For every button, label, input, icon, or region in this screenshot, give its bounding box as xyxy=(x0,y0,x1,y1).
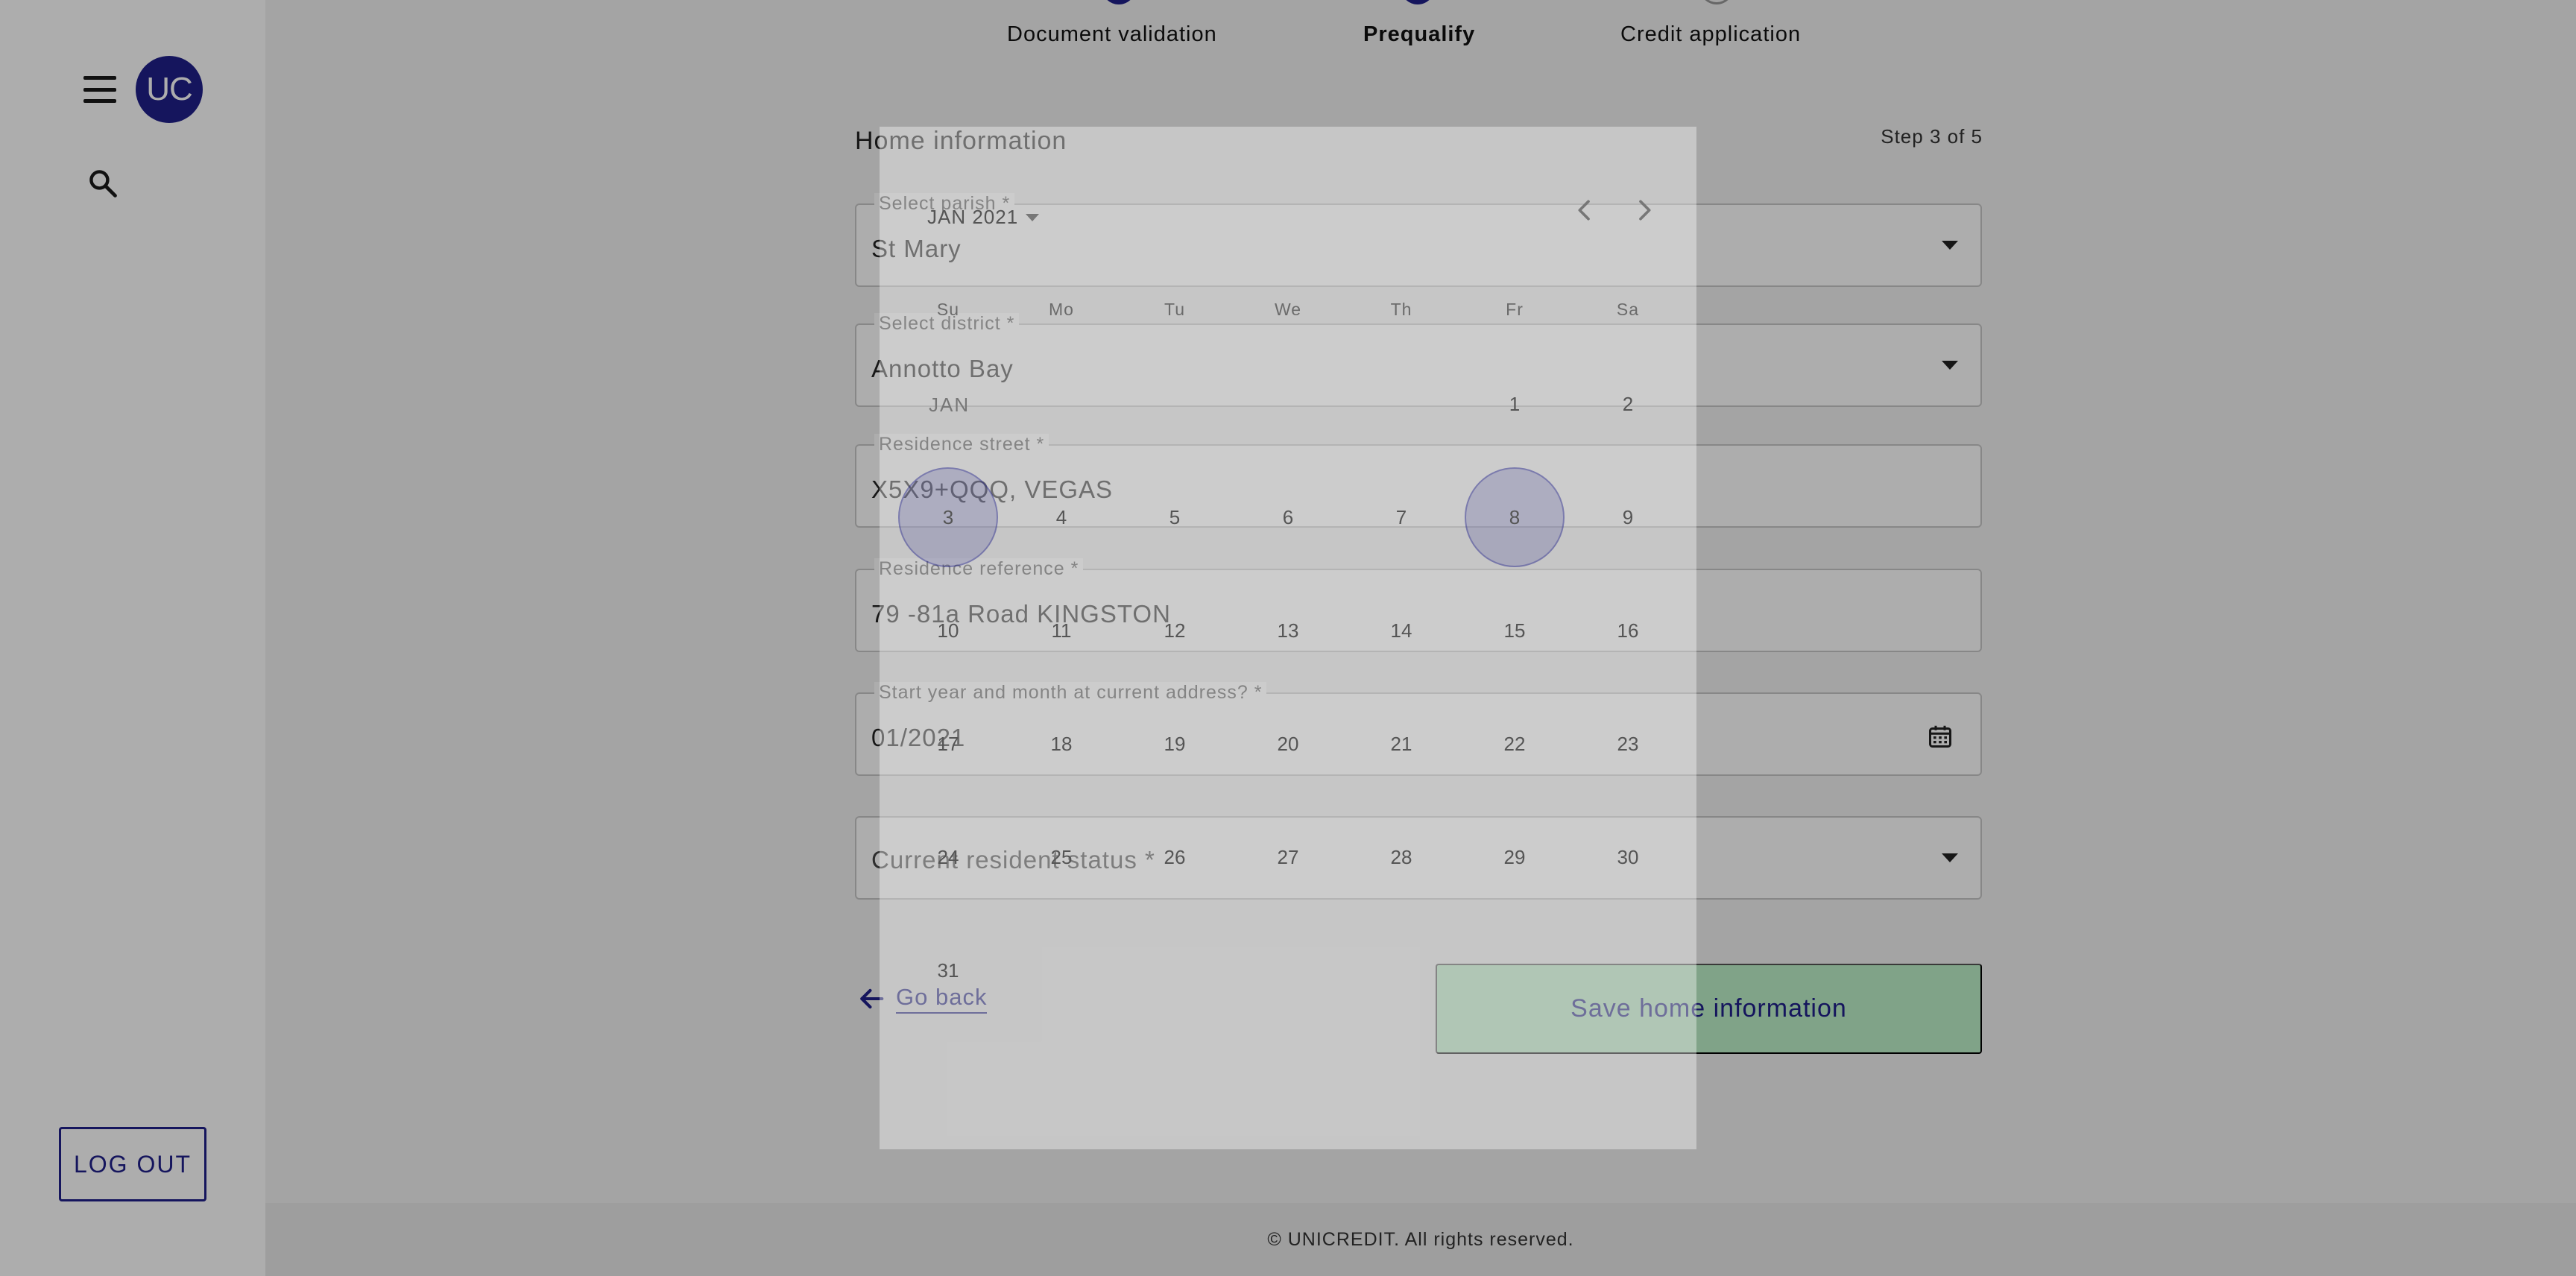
weekday-header: We xyxy=(1274,300,1302,319)
calendar-day[interactable]: 27 xyxy=(1238,807,1338,907)
calendar-day[interactable]: 28 xyxy=(1351,807,1451,907)
calendar-day[interactable]: 3 xyxy=(898,467,998,567)
calendar-day[interactable]: 23 xyxy=(1578,694,1678,794)
calendar-day[interactable]: 20 xyxy=(1238,694,1338,794)
weekday-header: Su xyxy=(936,300,960,319)
calendar-day[interactable]: 29 xyxy=(1465,807,1565,907)
calendar-day[interactable]: 25 xyxy=(1011,807,1111,907)
calendar-day[interactable]: 10 xyxy=(898,581,998,680)
calendar-day[interactable]: 16 xyxy=(1578,581,1678,680)
weekday-header: Th xyxy=(1390,300,1412,319)
calendar-day[interactable]: 4 xyxy=(1011,467,1111,567)
calendar-day[interactable]: 22 xyxy=(1465,694,1565,794)
date-picker-dialog: JAN 2021 JAN Su Mo Tu We Th Fr Sa 1 2 3 4 5 6 7 8 9 10 11… xyxy=(880,127,1696,1149)
calendar-day[interactable]: 12 xyxy=(1125,581,1225,680)
calendar-day[interactable]: 30 xyxy=(1578,807,1678,907)
calendar-day[interactable]: 13 xyxy=(1238,581,1338,680)
calendar-day[interactable]: 17 xyxy=(898,694,998,794)
calendar-month-label: JAN xyxy=(929,394,970,416)
month-year-label: JAN 2021 xyxy=(927,206,1019,228)
calendar-day[interactable]: 15 xyxy=(1465,581,1565,680)
month-year-selector[interactable]: JAN 2021 xyxy=(927,206,1040,229)
calendar-day[interactable]: 19 xyxy=(1125,694,1225,794)
calendar-day[interactable]: 1 xyxy=(1465,354,1565,454)
calendar-day[interactable]: 24 xyxy=(898,807,998,907)
calendar-day[interactable]: 2 xyxy=(1578,354,1678,454)
weekday-header: Fr xyxy=(1506,300,1524,319)
calendar-day[interactable]: 26 xyxy=(1125,807,1225,907)
calendar-day[interactable]: 21 xyxy=(1351,694,1451,794)
weekday-header: Sa xyxy=(1616,300,1640,319)
next-month-icon[interactable] xyxy=(1629,195,1659,225)
calendar-day[interactable]: 14 xyxy=(1351,581,1451,680)
previous-month-icon[interactable] xyxy=(1570,195,1600,225)
calendar-day[interactable]: 5 xyxy=(1125,467,1225,567)
weekday-header: Tu xyxy=(1164,300,1185,319)
weekday-header: Mo xyxy=(1049,300,1074,319)
calendar-day[interactable]: 9 xyxy=(1578,467,1678,567)
calendar-day[interactable]: 11 xyxy=(1011,581,1111,680)
calendar-day[interactable]: 8 xyxy=(1465,467,1565,567)
calendar-day[interactable]: 6 xyxy=(1238,467,1338,567)
calendar-day[interactable]: 7 xyxy=(1351,467,1451,567)
caret-down-icon xyxy=(1026,213,1040,221)
calendar-day[interactable]: 31 xyxy=(898,920,998,1020)
calendar-day[interactable]: 18 xyxy=(1011,694,1111,794)
